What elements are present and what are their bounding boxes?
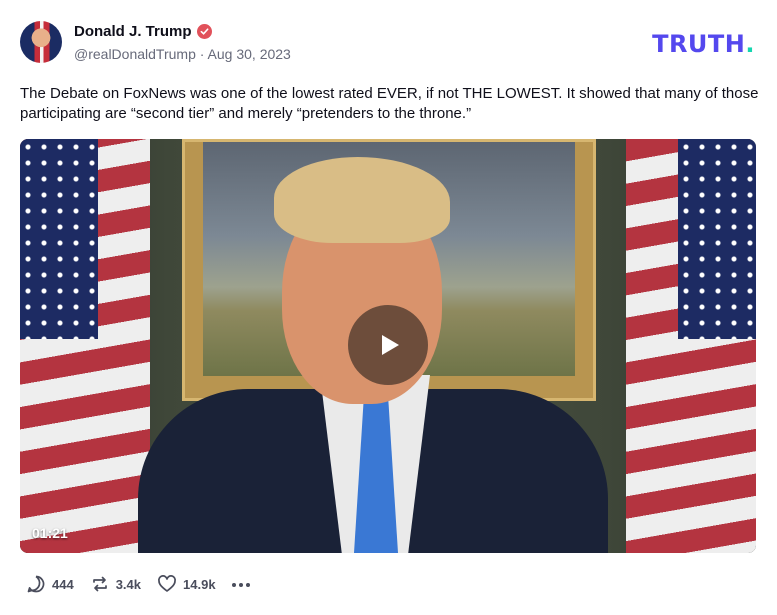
- reply-button[interactable]: 444: [26, 574, 74, 594]
- video-duration: 01:21: [32, 525, 68, 541]
- reply-count: 444: [52, 576, 74, 592]
- like-button[interactable]: 14.9k: [157, 574, 216, 594]
- reply-icon: [27, 575, 45, 593]
- author-handle[interactable]: @realDonaldTrump: [74, 46, 196, 62]
- meta-separator: ·: [199, 46, 205, 62]
- like-count: 14.9k: [183, 576, 216, 592]
- speaker-hair: [274, 157, 450, 243]
- retruth-button[interactable]: 3.4k: [90, 574, 141, 594]
- verified-badge-icon: [196, 24, 212, 39]
- post-actions: 444 3.4k 14.9k: [26, 574, 250, 594]
- author-name-row: Donald J. Trump: [74, 23, 212, 40]
- more-options-icon[interactable]: [231, 581, 250, 587]
- video-player[interactable]: 01:21: [20, 139, 756, 553]
- play-button[interactable]: [348, 305, 428, 385]
- play-icon: [382, 335, 399, 355]
- logo-text: TRUTH: [652, 30, 746, 58]
- post-text: The Debate on FoxNews was one of the low…: [20, 85, 759, 122]
- us-flag-left: [20, 139, 150, 553]
- post-meta: @realDonaldTrump · Aug 30, 2023: [74, 46, 291, 62]
- retruth-icon: [92, 576, 107, 592]
- heart-icon: [158, 575, 176, 592]
- retruth-count: 3.4k: [115, 576, 142, 592]
- author-name[interactable]: Donald J. Trump: [74, 23, 192, 40]
- logo-dot: .: [745, 30, 755, 58]
- post-date[interactable]: Aug 30, 2023: [208, 46, 291, 62]
- us-flag-right: [626, 139, 756, 553]
- truth-logo[interactable]: TRUTH.: [652, 30, 755, 58]
- avatar[interactable]: [20, 21, 62, 63]
